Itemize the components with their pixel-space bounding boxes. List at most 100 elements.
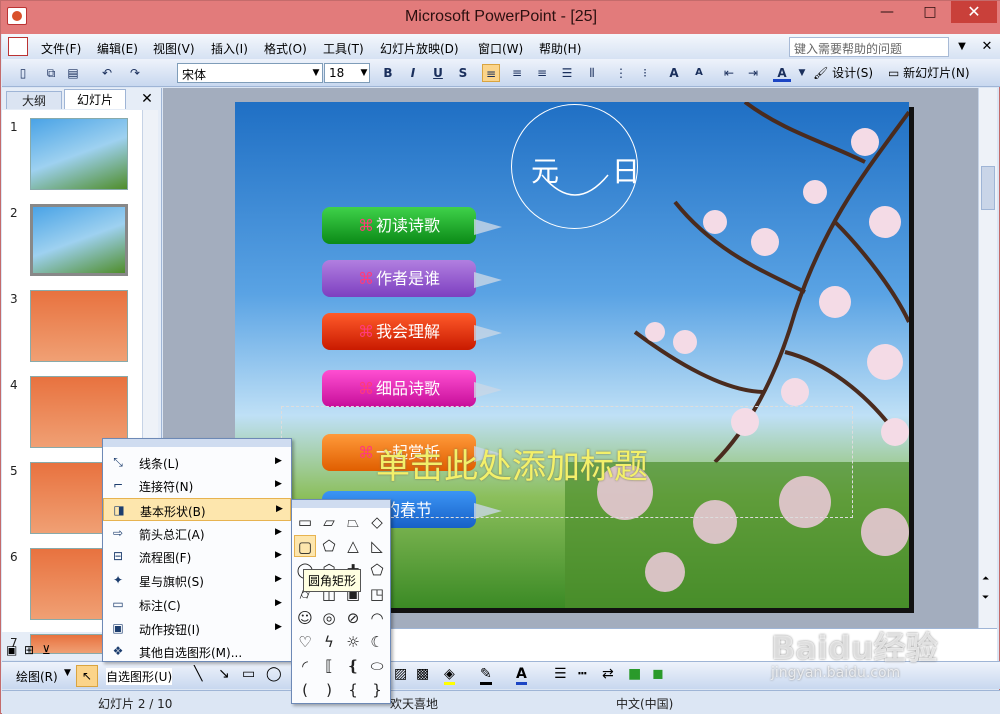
undo-icon[interactable]: ↶ bbox=[98, 64, 116, 82]
shrink-font-icon[interactable]: A bbox=[690, 64, 708, 82]
menu-item-stars-banners[interactable]: ✦ 星与旗帜(S) ▶ bbox=[103, 569, 291, 592]
left-brace-shape-icon[interactable]: { bbox=[342, 679, 364, 701]
slide-button-3[interactable]: ⌘ 我会理解 bbox=[322, 313, 502, 350]
font-color-icon[interactable]: A bbox=[773, 64, 791, 82]
close-window-button[interactable]: ✕ bbox=[951, 1, 997, 23]
menu-help[interactable]: 帮助(H) bbox=[539, 40, 581, 57]
slide-button-1[interactable]: ⌘ 初读诗歌 bbox=[322, 207, 502, 244]
font-color-draw-icon[interactable]: A bbox=[516, 666, 527, 685]
slide-button-2[interactable]: ⌘ 作者是谁 bbox=[322, 260, 502, 297]
sorter-view-icon[interactable]: ⊞ bbox=[24, 643, 34, 657]
select-pointer-icon[interactable]: ↖ bbox=[76, 665, 98, 687]
grow-font-icon[interactable]: A bbox=[665, 64, 683, 82]
next-slide-icon[interactable]: ⏷ bbox=[982, 593, 989, 603]
align-left-icon[interactable]: ≡ bbox=[482, 64, 500, 82]
rectangle-tool-icon[interactable]: ▭ bbox=[242, 666, 255, 682]
minimize-button[interactable]: — bbox=[865, 1, 909, 23]
menu-item-more-autoshapes[interactable]: ❖ 其他自选图形(M)... bbox=[103, 640, 291, 663]
rounded-rectangle-shape-icon[interactable]: ▢ bbox=[294, 535, 316, 557]
align-right-icon[interactable]: ≡ bbox=[533, 64, 551, 82]
menu-item-flowchart[interactable]: ⊟ 流程图(F) ▶ bbox=[103, 545, 291, 568]
3d-style-icon[interactable]: ◼ bbox=[652, 666, 664, 682]
menu-item-callouts[interactable]: ▭ 标注(C) ▶ bbox=[103, 593, 291, 616]
justify-icon[interactable]: ☰ bbox=[558, 64, 576, 82]
menu-view[interactable]: 视图(V) bbox=[153, 40, 195, 57]
copy-icon[interactable]: ⧉ bbox=[42, 64, 60, 82]
line-style-icon[interactable]: ☰ bbox=[554, 666, 567, 682]
slide-thumbnail-3[interactable] bbox=[30, 290, 128, 362]
underline-button[interactable]: U bbox=[429, 64, 447, 82]
help-search-input[interactable]: 键入需要帮助的问题 bbox=[789, 37, 949, 57]
scroll-thumb[interactable] bbox=[981, 166, 995, 210]
folded-corner-shape-icon[interactable]: ◳ bbox=[366, 583, 388, 605]
increase-indent-icon[interactable]: ⇥ bbox=[744, 64, 762, 82]
double-bracket-shape-icon[interactable]: ⟦ bbox=[318, 655, 340, 677]
smiley-face-shape-icon[interactable]: ☺ bbox=[294, 607, 316, 629]
octagon-shape-icon[interactable]: ⬠ bbox=[318, 535, 340, 557]
donut-shape-icon[interactable]: ◎ bbox=[318, 607, 340, 629]
redo-icon[interactable]: ↷ bbox=[126, 64, 144, 82]
shadow-style-icon[interactable]: ■ bbox=[628, 666, 641, 682]
design-button[interactable]: 🖌 设计(S) bbox=[813, 64, 873, 81]
doc-close-icon[interactable]: ✕ bbox=[978, 37, 996, 57]
arrow-tool-icon[interactable]: ↘ bbox=[218, 666, 230, 682]
moon-shape-icon[interactable]: ☾ bbox=[366, 631, 388, 653]
bullets-icon[interactable]: ⁝ bbox=[636, 64, 654, 82]
right-brace-shape-icon[interactable]: } bbox=[366, 679, 388, 701]
insert-picture-icon[interactable]: ▨ bbox=[394, 666, 407, 682]
sun-shape-icon[interactable]: ☼ bbox=[342, 631, 364, 653]
slide-button-4[interactable]: ⌘ 细品诗歌 bbox=[322, 370, 502, 407]
font-name-field[interactable]: 宋体 bbox=[177, 63, 323, 83]
left-bracket-shape-icon[interactable]: ( bbox=[294, 679, 316, 701]
autoshapes-menu-button[interactable]: 自选图形(U) bbox=[106, 668, 173, 685]
align-center-icon[interactable]: ≡ bbox=[508, 64, 526, 82]
no-symbol-shape-icon[interactable]: ⊘ bbox=[342, 607, 364, 629]
tab-outline[interactable]: 大纲 bbox=[6, 91, 62, 109]
right-bracket-shape-icon[interactable]: ) bbox=[318, 679, 340, 701]
italic-button[interactable]: I bbox=[404, 64, 422, 82]
menu-edit[interactable]: 编辑(E) bbox=[97, 40, 138, 57]
slide-thumbnail-2[interactable] bbox=[30, 204, 128, 276]
smiley-text[interactable]: 元 日 bbox=[531, 150, 662, 190]
menu-file[interactable]: 文件(F) bbox=[41, 40, 81, 57]
new-slide-button[interactable]: ▭ 新幻灯片(N) bbox=[888, 64, 970, 81]
plaque-shape-icon[interactable]: ⬭ bbox=[366, 655, 388, 677]
tab-slides[interactable]: 幻灯片 bbox=[64, 89, 126, 109]
lightning-shape-icon[interactable]: ϟ bbox=[318, 631, 340, 653]
diamond-shape-icon[interactable]: ◇ bbox=[366, 511, 388, 533]
size-dropdown-icon[interactable]: ▼ bbox=[358, 63, 370, 83]
menu-item-block-arrows[interactable]: ⇨ 箭头总汇(A) ▶ bbox=[103, 522, 291, 545]
new-doc-icon[interactable]: ▯ bbox=[14, 64, 32, 82]
menu-insert[interactable]: 插入(I) bbox=[211, 40, 248, 57]
palette-grip[interactable] bbox=[292, 500, 390, 508]
slide-thumbnail-1[interactable] bbox=[30, 118, 128, 190]
line-tool-icon[interactable]: ╲ bbox=[194, 666, 202, 682]
font-color-dropdown-icon[interactable]: ▼ bbox=[793, 64, 811, 82]
arrow-style-icon[interactable]: ⇄ bbox=[602, 666, 614, 682]
double-brace-shape-icon[interactable]: ❴ bbox=[342, 655, 364, 677]
line-color-icon[interactable]: ✎ bbox=[480, 666, 492, 685]
menu-item-action-buttons[interactable]: ▣ 动作按钮(I) ▶ bbox=[103, 617, 291, 640]
normal-view-icon[interactable]: ▣ bbox=[6, 643, 17, 657]
menu-window[interactable]: 窗口(W) bbox=[478, 40, 523, 57]
distribute-icon[interactable]: ⫴ bbox=[583, 64, 601, 82]
panel-close-icon[interactable]: ✕ bbox=[138, 90, 156, 108]
slideshow-view-icon[interactable]: ⊻ bbox=[42, 643, 51, 657]
bold-button[interactable]: B bbox=[379, 64, 397, 82]
fill-color-icon[interactable]: ◈ bbox=[444, 666, 455, 685]
paste-icon[interactable]: ▤ bbox=[64, 64, 82, 82]
numbering-icon[interactable]: ⋮ bbox=[612, 64, 630, 82]
block-arc-shape-icon[interactable]: ◠ bbox=[366, 607, 388, 629]
pentagon-shape-icon[interactable]: ⬠ bbox=[366, 559, 388, 581]
heart-shape-icon[interactable]: ♡ bbox=[294, 631, 316, 653]
help-dropdown-icon[interactable]: ▼ bbox=[952, 37, 972, 57]
shadow-button[interactable]: S bbox=[454, 64, 472, 82]
insert-image-icon[interactable]: ▩ bbox=[416, 666, 429, 682]
decrease-indent-icon[interactable]: ⇤ bbox=[720, 64, 738, 82]
menu-item-connectors[interactable]: ⌐ 连接符(N) ▶ bbox=[103, 474, 291, 497]
rectangle-shape-icon[interactable]: ▭ bbox=[294, 511, 316, 533]
parallelogram-shape-icon[interactable]: ▱ bbox=[318, 511, 340, 533]
triangle-shape-icon[interactable]: △ bbox=[342, 535, 364, 557]
draw-dropdown-icon[interactable]: ▼ bbox=[64, 668, 71, 678]
draw-menu-button[interactable]: 绘图(R) bbox=[16, 668, 58, 685]
